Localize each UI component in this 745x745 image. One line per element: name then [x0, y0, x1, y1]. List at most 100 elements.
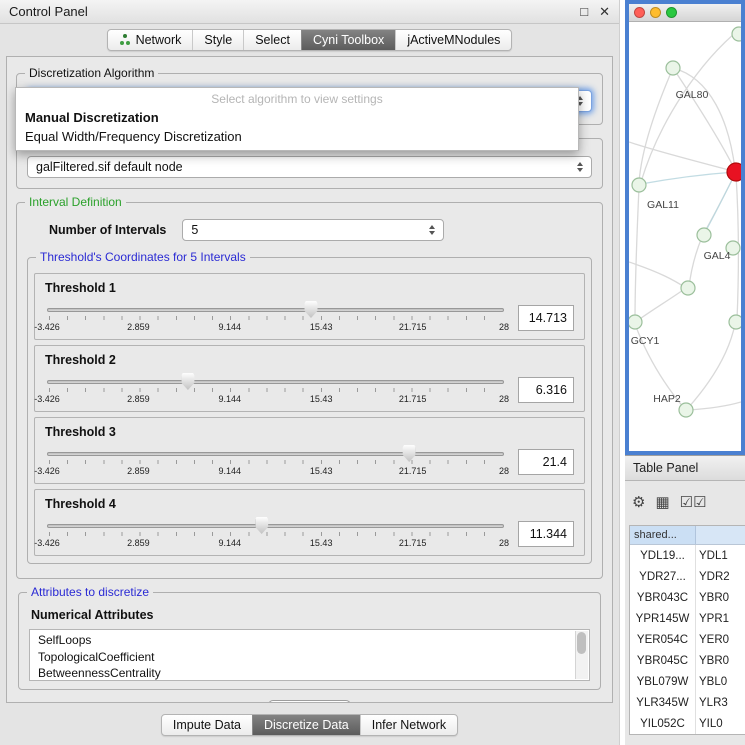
table-cell: YDR2 — [696, 566, 745, 587]
slider-ticks — [49, 316, 502, 320]
node-table: shared...YDL19...YDL1YDR27...YDR2YBR043C… — [629, 525, 745, 735]
tab-jactivemnodules[interactable]: jActiveMNodules — [395, 30, 511, 50]
network-node[interactable] — [732, 27, 741, 41]
threshold-value-field[interactable]: 11.344 — [518, 521, 574, 547]
main-panel: Discretization Algorithm Select algorith… — [6, 56, 613, 703]
threshold-panel-threshold-3: Threshold 3-3.4262.8599.14415.4321.71528… — [34, 417, 585, 484]
list-scrollbar-thumb[interactable] — [577, 632, 586, 654]
threshold-value-field[interactable]: 14.713 — [518, 305, 574, 331]
column-header[interactable] — [696, 526, 745, 544]
threshold-value-field[interactable]: 6.316 — [518, 377, 574, 403]
tab-impute-data[interactable]: Impute Data — [162, 715, 252, 735]
table-row[interactable]: YBR045CYBR0 — [630, 650, 745, 671]
tab-cyni-toolbox[interactable]: Cyni Toolbox — [301, 30, 395, 50]
slider-scale-label: -3.426 — [34, 538, 60, 548]
attribute-item[interactable]: BetweennessCentrality — [30, 665, 589, 681]
mac-minimize-button[interactable] — [650, 7, 661, 18]
threshold-label: Threshold 3 — [45, 425, 576, 439]
table-row[interactable]: YDL19...YDL1 — [630, 545, 745, 566]
tab-label: Cyni Toolbox — [313, 33, 384, 47]
slider-scale-label: -3.426 — [34, 466, 60, 476]
table-cell: YPR1 — [696, 608, 745, 629]
threshold-value-field[interactable]: 21.4 — [518, 449, 574, 475]
group-title-interval-definition: Interval Definition — [25, 195, 126, 209]
tab-discretize-data[interactable]: Discretize Data — [252, 715, 360, 735]
table-cell: YIL0 — [696, 713, 745, 734]
table-panel-header: Table Panel — [625, 455, 745, 481]
threshold-slider[interactable]: -3.4262.8599.14415.4321.71528 — [45, 298, 506, 338]
mac-close-button[interactable] — [634, 7, 645, 18]
network-node[interactable] — [729, 315, 741, 329]
slider-scale-label: 28 — [499, 322, 509, 332]
top-tabbar: NetworkStyleSelect Cyni Toolbox jActiveMNo… — [0, 24, 619, 56]
close-window-icon[interactable]: ✕ — [599, 4, 610, 20]
column-layout-icon[interactable]: ▦ — [655, 495, 669, 510]
attribute-item[interactable]: TopologicalCoefficient — [30, 649, 589, 666]
table-data-combobox-value: galFiltered.sif default node — [36, 160, 183, 174]
control-panel-titlebar: Control Panel □ ✕ — [0, 0, 619, 24]
column-visibility-icon[interactable]: ☑☑ — [680, 495, 707, 510]
network-node[interactable] — [666, 61, 680, 75]
threshold-slider[interactable]: -3.4262.8599.14415.4321.71528 — [45, 370, 506, 410]
network-node[interactable] — [632, 178, 646, 192]
table-row[interactable]: YBL079WYBL0 — [630, 671, 745, 692]
table-row[interactable]: YPR145WYPR1 — [630, 608, 745, 629]
slider-scale: -3.4262.8599.14415.4321.71528 — [47, 466, 504, 478]
slider-scale-label: 2.859 — [127, 466, 150, 476]
slider-scale-label: 15.43 — [310, 322, 333, 332]
slider-ticks — [49, 460, 502, 464]
tab-select[interactable]: Select — [243, 30, 301, 50]
network-canvas[interactable]: GAL80GAL11GAL4GCY1HAP2 — [629, 22, 741, 451]
table-data-combobox[interactable]: galFiltered.sif default node — [27, 156, 592, 178]
settings-gear-icon[interactable]: ⚙ — [632, 495, 645, 510]
slider-scale-label: 21.715 — [399, 538, 427, 548]
network-node-label: GCY1 — [631, 335, 660, 347]
network-node[interactable] — [679, 403, 693, 417]
num-intervals-combobox[interactable]: 5 — [182, 219, 444, 241]
group-title-thresholds: Threshold's Coordinates for 5 Intervals — [36, 250, 250, 264]
numerical-attributes-label: Numerical Attributes — [31, 608, 590, 622]
apply-button[interactable]: Apply — [268, 700, 351, 703]
slider-scale-label: 21.715 — [399, 394, 427, 404]
slider-scale-label: 2.859 — [127, 538, 150, 548]
network-edge — [688, 324, 735, 408]
table-row[interactable]: YLR345WYLR3 — [630, 692, 745, 713]
slider-scale: -3.4262.8599.14415.4321.71528 — [47, 394, 504, 406]
network-node[interactable] — [681, 281, 695, 295]
attribute-item[interactable]: SelfLoops — [30, 632, 589, 649]
float-window-icon[interactable]: □ — [580, 4, 588, 20]
threshold-slider[interactable]: -3.4262.8599.14415.4321.71528 — [45, 514, 506, 554]
mac-zoom-button[interactable] — [666, 7, 677, 18]
dropdown-option-equal-width-frequency-discretization[interactable]: Equal Width/Frequency Discretization — [16, 127, 578, 146]
slider-scale-label: 28 — [499, 538, 509, 548]
tab-infer-network[interactable]: Infer Network — [360, 715, 457, 735]
slider-scale-label: 9.144 — [219, 322, 242, 332]
network-graph: GAL80GAL11GAL4GCY1HAP2 — [629, 22, 741, 451]
network-edge — [637, 288, 686, 321]
network-node[interactable] — [629, 315, 642, 329]
threshold-slider[interactable]: -3.4262.8599.14415.4321.71528 — [45, 442, 506, 482]
tab-network[interactable]: Network — [108, 30, 193, 50]
table-row[interactable]: YER054CYER0 — [630, 629, 745, 650]
table-row[interactable]: YIL052CYIL0 — [630, 713, 745, 734]
column-header[interactable]: shared... — [630, 526, 696, 544]
table-cell: YPR145W — [630, 608, 696, 629]
table-row[interactable]: YBR043CYBR0 — [630, 587, 745, 608]
network-node-selected[interactable] — [727, 163, 741, 181]
tab-style[interactable]: Style — [192, 30, 243, 50]
table-row[interactable]: YDR27...YDR2 — [630, 566, 745, 587]
slider-scale: -3.4262.8599.14415.4321.71528 — [47, 538, 504, 550]
slider-scale-label: -3.426 — [34, 394, 60, 404]
slider-scale-label: 9.144 — [219, 466, 242, 476]
bottom-tabs: Impute DataDiscretize DataInfer Network — [161, 714, 458, 736]
slider-track — [47, 452, 504, 456]
network-edge — [689, 402, 741, 410]
table-cell: YBR0 — [696, 587, 745, 608]
list-scrollbar[interactable] — [575, 631, 588, 679]
table-cell: YIL052C — [630, 713, 696, 734]
threshold-panel-threshold-4: Threshold 4-3.4262.8599.14415.4321.71528… — [34, 489, 585, 556]
table-panel: ⚙▦☑☑ shared...YDL19...YDL1YDR27...YDR2YB… — [625, 481, 745, 745]
num-intervals-value: 5 — [191, 223, 198, 237]
dropdown-option-manual-discretization[interactable]: Manual Discretization — [16, 108, 578, 127]
network-node[interactable] — [697, 228, 711, 242]
